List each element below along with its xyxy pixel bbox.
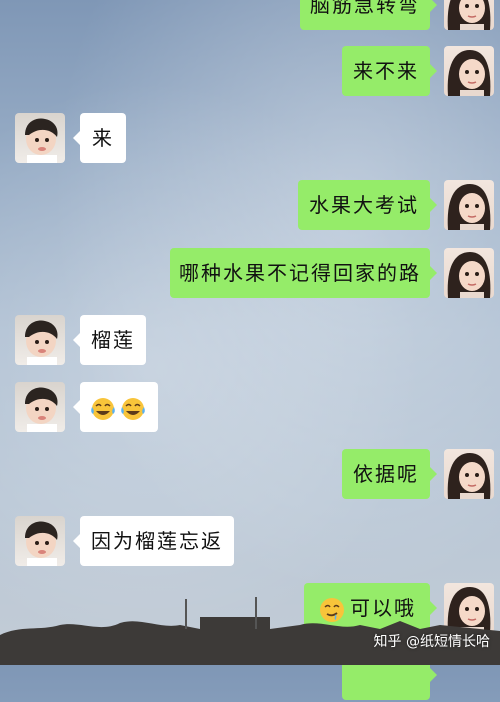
message-row: 因为榴莲忘返 [0, 516, 500, 568]
avatar-girl[interactable] [444, 46, 494, 96]
watermark: 知乎 @纸短情长哈 [373, 634, 490, 650]
message-row: 依据呢 [0, 449, 500, 501]
message-bubble-received[interactable]: 榴莲 [73, 315, 146, 365]
avatar-girl[interactable] [444, 248, 494, 298]
message-text: 脑筋急转弯 [310, 0, 420, 17]
message-bubble-sent[interactable]: 依据呢 [342, 449, 437, 499]
boy-avatar-icon [25, 387, 58, 432]
message-bubble-sent[interactable]: 水果大考试 [298, 180, 437, 230]
boy-avatar-icon [25, 118, 58, 163]
message-row: 😂😂 [0, 382, 500, 434]
message-row: 水果大考试 [0, 180, 500, 232]
avatar-boy[interactable] [15, 315, 65, 365]
message-text: 来不来 [353, 59, 419, 83]
girl-avatar-icon [447, 50, 491, 96]
message-bubble-sent[interactable]: 脑筋急转弯 [300, 0, 437, 30]
message-text: 来 [92, 126, 114, 150]
chat-area: 脑筋急转弯 来不来 来 水果大考试 哪种水果不记得回家的路 榴莲 依据呢 因为榴… [0, 0, 500, 700]
city-skyline-background [0, 597, 500, 665]
message-row: 脑筋急转弯 [0, 0, 500, 32]
message-row: 来 [0, 113, 500, 165]
girl-avatar-icon [447, 252, 491, 298]
message-bubble-received[interactable]: 😂😂 [73, 382, 158, 432]
girl-avatar-icon [447, 0, 491, 30]
message-row: 榴莲 [0, 315, 500, 367]
message-bubble-sent[interactable]: 来不来 [342, 46, 437, 96]
boy-avatar-icon [25, 320, 58, 365]
avatar-girl[interactable] [444, 0, 494, 30]
avatar-boy[interactable] [15, 516, 65, 566]
message-bubble-received[interactable]: 来 [73, 113, 126, 163]
message-text: 哪种水果不记得回家的路 [179, 261, 421, 285]
girl-avatar-icon [447, 184, 491, 230]
avatar-boy[interactable] [15, 113, 65, 163]
face-with-tears-of-joy-icon [91, 397, 145, 420]
boy-avatar-icon [25, 521, 58, 566]
avatar-girl[interactable] [444, 180, 494, 230]
avatar-boy[interactable] [15, 382, 65, 432]
avatar-girl[interactable] [444, 449, 494, 499]
message-row: 哪种水果不记得回家的路 [0, 248, 500, 300]
message-bubble-received[interactable]: 因为榴莲忘返 [73, 516, 234, 566]
message-text: 依据呢 [353, 462, 419, 486]
message-row: 来不来 [0, 46, 500, 98]
message-text: 榴莲 [91, 328, 135, 352]
girl-avatar-icon [447, 453, 491, 499]
message-text: 因为榴莲忘返 [91, 529, 223, 553]
message-bubble-sent[interactable]: 哪种水果不记得回家的路 [170, 248, 437, 298]
message-text: 水果大考试 [309, 193, 419, 217]
